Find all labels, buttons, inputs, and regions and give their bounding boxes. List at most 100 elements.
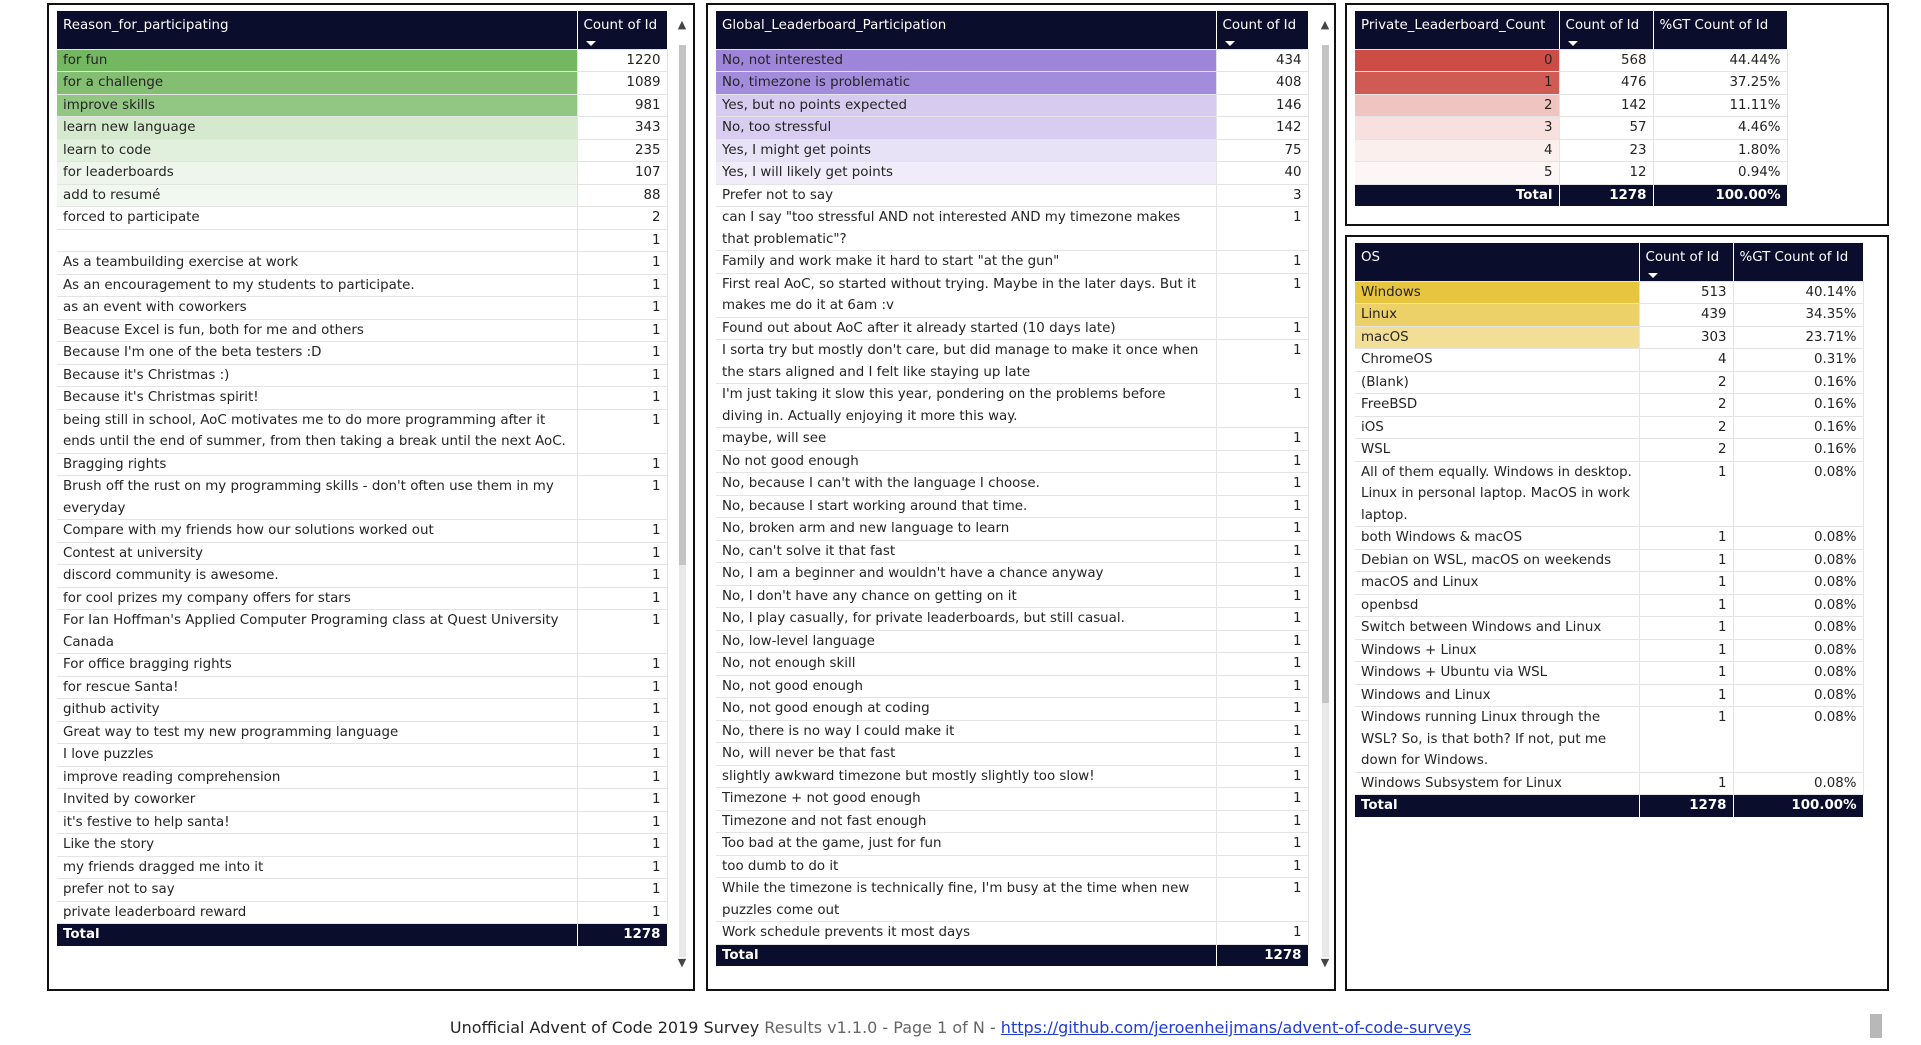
- os-row[interactable]: Windows 513 40.14%: [1355, 281, 1864, 304]
- os-row[interactable]: Windows and Linux 1 0.08%: [1355, 684, 1864, 707]
- scroll-track[interactable]: [679, 565, 686, 957]
- reason-row[interactable]: github activity 1: [57, 698, 668, 722]
- global-row[interactable]: can I say "too stressful AND not interes…: [716, 206, 1309, 251]
- count-column-header[interactable]: Count of Id: [1559, 11, 1654, 50]
- global-row[interactable]: Timezone + not good enough 1: [716, 787, 1309, 811]
- scroll-thumb[interactable]: [1322, 45, 1329, 703]
- os-row[interactable]: WSL 2 0.16%: [1355, 438, 1864, 462]
- resize-handle[interactable]: [1870, 1014, 1882, 1038]
- scroll-down-icon[interactable]: ▼: [1318, 957, 1332, 969]
- reason-row[interactable]: forced to participate 2: [57, 206, 668, 230]
- reason-row[interactable]: it's festive to help santa! 1: [57, 811, 668, 834]
- global-row[interactable]: Timezone and not fast enough 1: [716, 810, 1309, 833]
- scroll-thumb[interactable]: [679, 45, 686, 565]
- os-column-header[interactable]: OS: [1355, 243, 1640, 282]
- reason-row[interactable]: Because I'm one of the beta testers :D 1: [57, 341, 668, 365]
- global-row[interactable]: First real AoC, so started without tryin…: [716, 273, 1309, 318]
- global-row[interactable]: Yes, I will likely get points 40: [716, 161, 1309, 185]
- scroll-up-icon[interactable]: ▲: [675, 19, 689, 31]
- global-row[interactable]: No, broken arm and new language to learn…: [716, 517, 1309, 541]
- reason-row[interactable]: for fun 1220: [57, 49, 668, 72]
- reason-row[interactable]: Invited by coworker 1: [57, 788, 668, 812]
- global-row[interactable]: Yes, I might get points 75: [716, 139, 1309, 162]
- reason-row[interactable]: improve reading comprehension 1: [57, 766, 668, 789]
- global-row[interactable]: No, not enough skill 1: [716, 652, 1309, 676]
- reason-row[interactable]: As an encouragement to my students to pa…: [57, 274, 668, 297]
- reason-row[interactable]: As a teambuilding exercise at work 1: [57, 251, 668, 275]
- reason-row[interactable]: for leaderboards 107: [57, 161, 668, 185]
- count-column-header[interactable]: Count of Id: [577, 11, 668, 50]
- reason-row[interactable]: Like the story 1: [57, 833, 668, 857]
- global-row[interactable]: too dumb to do it 1: [716, 855, 1309, 878]
- reason-row[interactable]: for cool prizes my company offers for st…: [57, 587, 668, 610]
- scroll-track[interactable]: [1322, 703, 1329, 957]
- reason-row[interactable]: private leaderboard reward 1: [57, 901, 668, 924]
- reason-row[interactable]: add to resumé 88: [57, 184, 668, 207]
- reason-row[interactable]: Compare with my friends how our solution…: [57, 519, 668, 543]
- global-row[interactable]: No, I play casually, for private leaderb…: [716, 607, 1309, 631]
- reason-row[interactable]: Because it's Christmas spirit! 1: [57, 386, 668, 410]
- os-row[interactable]: ChromeOS 4 0.31%: [1355, 348, 1864, 372]
- global-row[interactable]: slightly awkward timezone but mostly sli…: [716, 765, 1309, 788]
- os-row[interactable]: macOS 303 23.71%: [1355, 326, 1864, 349]
- os-row[interactable]: Switch between Windows and Linux 1 0.08%: [1355, 616, 1864, 640]
- os-row[interactable]: macOS and Linux 1 0.08%: [1355, 571, 1864, 595]
- global-row[interactable]: No, not good enough at coding 1: [716, 697, 1309, 721]
- global-row[interactable]: Work schedule prevents it most days 1: [716, 921, 1309, 945]
- private-column-header[interactable]: Private_Leaderboard_Count: [1355, 11, 1560, 50]
- footer-link[interactable]: https://github.com/jeroenheijmans/advent…: [1001, 1018, 1471, 1037]
- global-row[interactable]: Family and work make it hard to start "a…: [716, 250, 1309, 274]
- global-row[interactable]: No, because I start working around that …: [716, 495, 1309, 518]
- reason-row[interactable]: being still in school, AoC motivates me …: [57, 409, 668, 454]
- global-row[interactable]: Prefer not to say 3: [716, 184, 1309, 207]
- reason-row[interactable]: prefer not to say 1: [57, 878, 668, 902]
- global-row[interactable]: No, can't solve it that fast 1: [716, 540, 1309, 563]
- global-row[interactable]: No, because I can't with the language I …: [716, 472, 1309, 496]
- reason-row[interactable]: improve skills 981: [57, 94, 668, 117]
- reason-row[interactable]: Contest at university 1: [57, 542, 668, 565]
- global-column-header[interactable]: Global_Leaderboard_Participation: [716, 11, 1217, 50]
- private-row[interactable]: 2 142 11.11%: [1355, 94, 1788, 117]
- global-row[interactable]: No, low-level language 1: [716, 630, 1309, 653]
- reason-row[interactable]: Because it's Christmas :) 1: [57, 364, 668, 387]
- os-row[interactable]: iOS 2 0.16%: [1355, 416, 1864, 439]
- reason-row[interactable]: discord community is awesome. 1: [57, 564, 668, 588]
- os-row[interactable]: Windows running Linux through the WSL? S…: [1355, 706, 1864, 773]
- reason-row[interactable]: learn to code 235: [57, 139, 668, 162]
- global-row[interactable]: maybe, will see 1: [716, 427, 1309, 451]
- os-row[interactable]: both Windows & macOS 1 0.08%: [1355, 526, 1864, 550]
- reason-row[interactable]: my friends dragged me into it 1: [57, 856, 668, 879]
- pct-column-header[interactable]: %GT Count of Id: [1733, 243, 1864, 282]
- reason-row[interactable]: for rescue Santa! 1: [57, 676, 668, 699]
- reason-row[interactable]: Great way to test my new programming lan…: [57, 721, 668, 744]
- private-row[interactable]: 4 23 1.80%: [1355, 139, 1788, 162]
- global-row[interactable]: I sorta try but mostly don't care, but d…: [716, 339, 1309, 384]
- scroll-down-icon[interactable]: ▼: [675, 957, 689, 969]
- reason-row[interactable]: For Ian Hoffman's Applied Computer Progr…: [57, 609, 668, 654]
- os-row[interactable]: All of them equally. Windows in desktop.…: [1355, 461, 1864, 527]
- scroll-up-icon[interactable]: ▲: [1318, 19, 1332, 31]
- os-row[interactable]: (Blank) 2 0.16%: [1355, 371, 1864, 394]
- reason-row[interactable]: 1: [57, 229, 668, 252]
- global-row[interactable]: No, I don't have any chance on getting o…: [716, 585, 1309, 608]
- global-row[interactable]: Yes, but no points expected 146: [716, 94, 1309, 117]
- reason-row[interactable]: For office bragging rights 1: [57, 653, 668, 677]
- private-row[interactable]: 5 12 0.94%: [1355, 161, 1788, 185]
- reason-row[interactable]: I love puzzles 1: [57, 743, 668, 767]
- private-row[interactable]: 0 568 44.44%: [1355, 49, 1788, 72]
- os-row[interactable]: Debian on WSL, macOS on weekends 1 0.08%: [1355, 549, 1864, 572]
- global-row[interactable]: Too bad at the game, just for fun 1: [716, 832, 1309, 856]
- global-row[interactable]: No, will never be that fast 1: [716, 742, 1309, 766]
- reason-column-header[interactable]: Reason_for_participating: [57, 11, 578, 50]
- global-row[interactable]: No, not interested 434: [716, 49, 1309, 72]
- global-row[interactable]: No, I am a beginner and wouldn't have a …: [716, 562, 1309, 586]
- global-row[interactable]: No, timezone is problematic 408: [716, 71, 1309, 95]
- global-row[interactable]: No not good enough 1: [716, 450, 1309, 473]
- global-row[interactable]: No, not good enough 1: [716, 675, 1309, 698]
- pct-column-header[interactable]: %GT Count of Id: [1653, 11, 1788, 50]
- os-row[interactable]: FreeBSD 2 0.16%: [1355, 393, 1864, 417]
- global-scrollbar[interactable]: ▲ ▼: [1318, 19, 1332, 969]
- reason-scrollbar[interactable]: ▲ ▼: [675, 19, 689, 969]
- reason-row[interactable]: Beacuse Excel is fun, both for me and ot…: [57, 319, 668, 342]
- global-row[interactable]: While the timezone is technically fine, …: [716, 877, 1309, 922]
